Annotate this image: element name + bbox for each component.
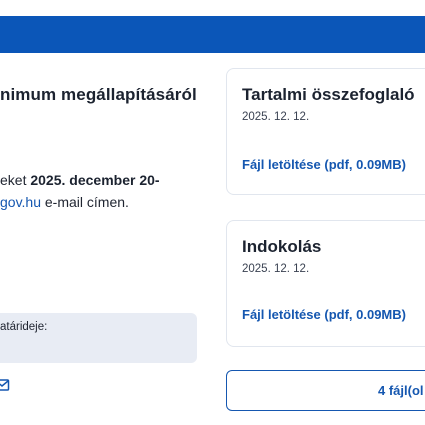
paragraph-text: e-mail címen. — [41, 194, 129, 210]
deadline-label: atárideje: — [0, 321, 48, 333]
deadline-box: atárideje: — [0, 313, 197, 363]
email-link[interactable]: gov.hu — [0, 194, 41, 210]
document-card: Tartalmi összefoglaló 2025. 12. 12. Fájl… — [226, 68, 425, 195]
document-date: 2025. 12. 12. — [242, 111, 310, 123]
document-title: Indokolás — [242, 237, 322, 256]
files-button-label: 4 fájl(ol — [378, 383, 424, 398]
page-title: nimum megállapításáról — [0, 85, 197, 104]
document-card: Indokolás 2025. 12. 12. Fájl letöltése (… — [226, 220, 425, 347]
document-date: 2025. 12. 12. — [242, 263, 310, 275]
paragraph-text: eket — [0, 172, 31, 188]
download-all-files-button[interactable]: 4 fájl(ol — [226, 370, 425, 411]
header-band — [0, 16, 425, 53]
top-bar — [0, 0, 425, 16]
contact-paragraph: gov.hu e-mail címen. — [0, 194, 129, 210]
download-link[interactable]: Fájl letöltése (pdf, 0.09MB) — [242, 307, 406, 322]
document-title: Tartalmi összefoglaló — [242, 85, 415, 104]
mail-icon[interactable] — [0, 377, 10, 393]
main-content — [0, 53, 212, 425]
download-link[interactable]: Fájl letöltése (pdf, 0.09MB) — [242, 157, 406, 172]
deadline-date: 2025. december 20- — [30, 172, 160, 188]
deadline-paragraph: eket 2025. december 20- — [0, 172, 160, 188]
